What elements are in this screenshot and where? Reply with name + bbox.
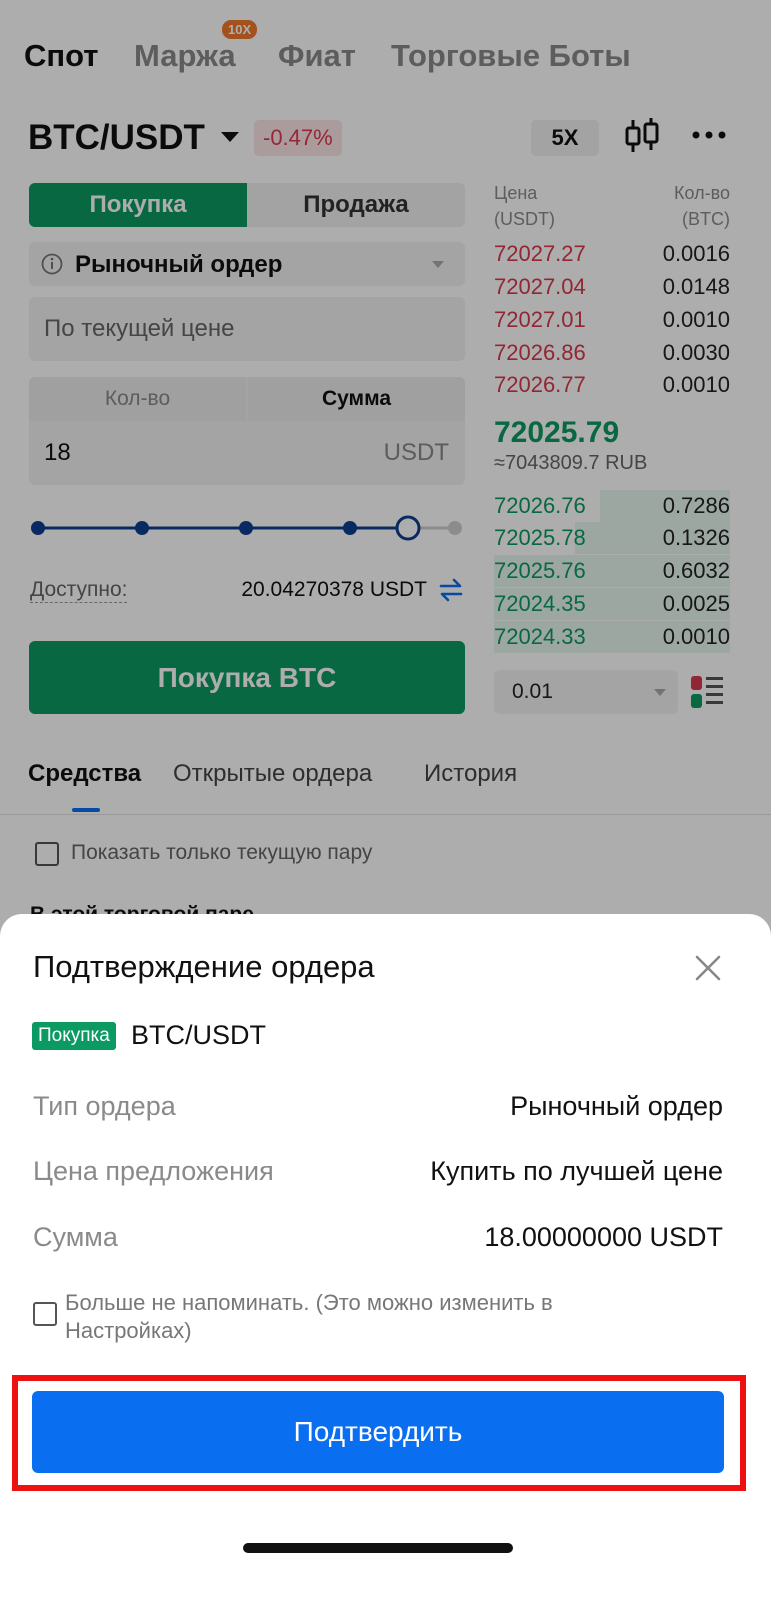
order-type-value: Рыночный ордер — [510, 1091, 723, 1121]
sheet-title: Подтверждение ордера — [33, 949, 375, 984]
home-indicator[interactable] — [243, 1543, 513, 1553]
offer-price-label: Цена предложения — [33, 1156, 274, 1186]
order-confirmation-sheet — [0, 914, 771, 1600]
dont-remind-label: Больше не напоминать. (Это можно изменит… — [65, 1290, 553, 1343]
sheet-pair: BTC/USDT — [131, 1020, 266, 1050]
order-type-label: Тип ордера — [33, 1091, 176, 1121]
offer-price-value: Купить по лучшей цене — [430, 1156, 723, 1186]
dont-remind-checkbox[interactable] — [33, 1302, 57, 1326]
close-icon[interactable] — [694, 954, 722, 982]
sum-value: 18.00000000 USDT — [484, 1222, 723, 1252]
highlight-frame — [12, 1375, 746, 1491]
sum-label: Сумма — [33, 1222, 118, 1252]
side-badge: Покупка — [32, 1022, 116, 1050]
